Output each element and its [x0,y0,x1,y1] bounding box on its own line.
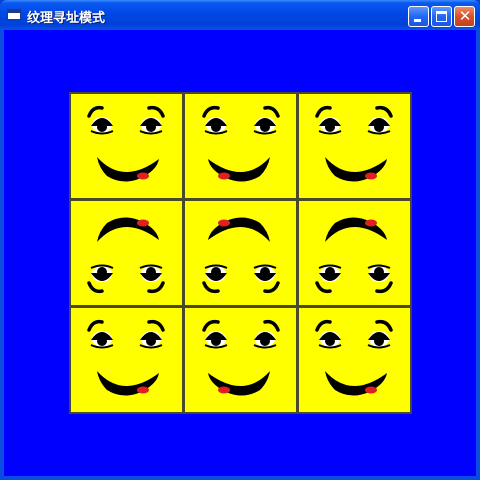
maximize-button[interactable] [431,6,452,27]
smiley-face-icon [87,105,165,182]
window-frame-bottom [0,476,480,480]
smiley-face-icon [202,319,280,396]
window-frame-right [476,30,480,480]
smiley-face-icon [315,319,393,396]
smiley-face-icon [315,105,393,182]
minimize-icon [414,19,421,22]
texture-tile [71,94,182,198]
texture-tile [71,201,182,305]
smiley-face-icon [202,105,280,182]
texture-tile [299,201,410,305]
smiley-face-icon [315,217,393,294]
window-title: 纹理寻址模式 [27,11,106,26]
window-icon[interactable] [7,9,21,20]
smiley-face-icon [202,217,280,294]
close-button[interactable]: ✕ [454,6,475,27]
texture-tile [185,94,296,198]
texture-tile [185,201,296,305]
texture-quad [69,92,412,414]
maximize-icon [436,11,447,22]
app-window: 纹理寻址模式 ✕ [0,0,480,480]
texture-tile [299,308,410,412]
texture-tile [71,308,182,412]
smiley-face-icon [87,217,165,294]
smiley-face-icon [87,319,165,396]
texture-tile [185,308,296,412]
title-bar[interactable]: 纹理寻址模式 ✕ [0,0,480,30]
minimize-button[interactable] [408,6,429,27]
texture-tile [299,94,410,198]
close-icon: ✕ [458,7,472,25]
